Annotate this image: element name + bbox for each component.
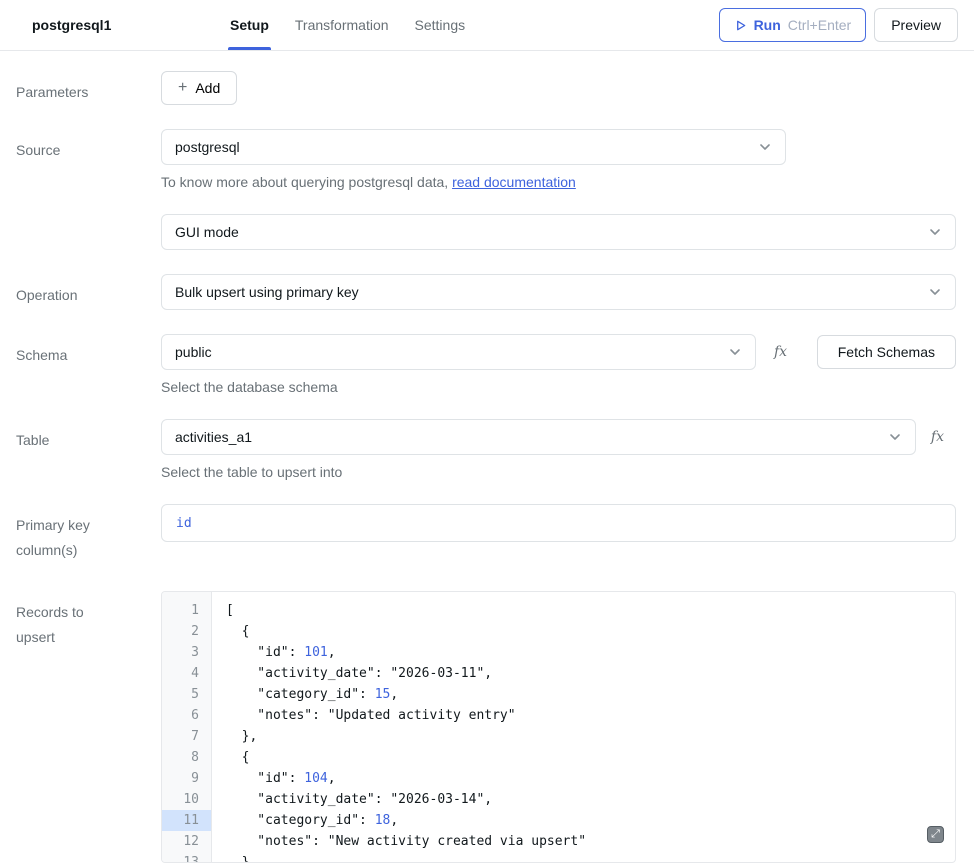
source-label: Source [16,129,161,250]
code-line: "category_id": 15, [226,684,955,705]
chevron-down-icon [888,430,902,444]
records-label: Records to upsert [16,591,161,863]
operation-label: Operation [16,274,161,310]
chevron-down-icon [758,140,772,154]
chevron-down-icon [928,285,942,299]
fx-toggle[interactable]: fx [919,429,956,445]
run-shortcut: Ctrl+Enter [788,17,851,33]
expand-icon: ⤢ [931,828,940,841]
line-number: 4 [162,663,211,684]
chevron-down-icon [728,345,742,359]
setup-panel: Parameters + Add Source postgresql To kn… [0,51,974,863]
table-help: Select the table to upsert into [161,464,956,480]
mode-select-value: GUI mode [175,224,239,240]
header-actions: Run Ctrl+Enter Preview [719,8,958,42]
run-button-label: Run [754,17,781,33]
source-help: To know more about querying postgresql d… [161,174,956,190]
code-line: { [226,747,955,768]
query-title: postgresql1 [16,17,214,33]
code-line: "category_id": 18, [226,810,955,831]
table-row: Table activities_a1 fx Select the table … [16,419,956,480]
plus-icon: + [178,80,187,96]
line-number: 11 [162,810,211,831]
table-select[interactable]: activities_a1 [161,419,916,455]
line-number: 6 [162,705,211,726]
line-number: 1 [162,600,211,621]
table-select-value: activities_a1 [175,429,252,445]
read-documentation-link[interactable]: read documentation [452,174,576,190]
tab-settings[interactable]: Settings [415,0,466,50]
line-number: 12 [162,831,211,852]
preview-button[interactable]: Preview [874,8,958,42]
tab-bar: Setup Transformation Settings [230,0,465,50]
chevron-down-icon [928,225,942,239]
operation-select[interactable]: Bulk upsert using primary key [161,274,956,310]
primary-key-input[interactable]: id [161,504,956,542]
tab-transformation[interactable]: Transformation [295,0,389,50]
schema-select[interactable]: public [161,334,756,370]
parameters-label: Parameters [16,71,161,105]
code-line: "id": 104, [226,768,955,789]
table-label: Table [16,419,161,480]
expand-editor-button[interactable]: ⤢ [927,826,944,843]
line-number: 8 [162,747,211,768]
source-select[interactable]: postgresql [161,129,786,165]
add-parameter-label: Add [195,80,220,96]
code-line: { [226,621,955,642]
schema-select-value: public [175,344,212,360]
line-number: 7 [162,726,211,747]
code-line: } [226,852,955,862]
schema-label: Schema [16,334,161,395]
query-header: postgresql1 SetupTransformationSettings … [0,0,974,51]
operation-row: Operation Bulk upsert using primary key [16,274,956,310]
code-line: "id": 101, [226,642,955,663]
line-number: 5 [162,684,211,705]
source-help-text: To know more about querying postgresql d… [161,174,452,190]
code-line: }, [226,726,955,747]
line-number: 10 [162,789,211,810]
source-select-value: postgresql [175,139,240,155]
primary-key-row: Primary key column(s) id [16,504,956,563]
mode-select[interactable]: GUI mode [161,214,956,250]
play-icon [734,19,747,32]
code-line: "notes": "New activity created via upser… [226,831,955,852]
code-line: "activity_date": "2026-03-11", [226,663,955,684]
line-number: 2 [162,621,211,642]
code-line: "activity_date": "2026-03-14", [226,789,955,810]
records-editor[interactable]: 12345678910111213 [ { "id": 101, "activi… [161,591,956,863]
schema-row: Schema public fx Fetch Schemas Select th… [16,334,956,395]
fx-toggle[interactable]: fx [762,344,799,360]
line-number: 9 [162,768,211,789]
add-parameter-button[interactable]: + Add [161,71,237,105]
fetch-schemas-button[interactable]: Fetch Schemas [817,335,956,369]
tab-setup[interactable]: Setup [230,0,269,50]
code-line: "notes": "Updated activity entry" [226,705,955,726]
run-button[interactable]: Run Ctrl+Enter [719,8,867,42]
primary-key-label: Primary key column(s) [16,504,161,563]
schema-help: Select the database schema [161,379,956,395]
code-line: [ [226,600,955,621]
operation-select-value: Bulk upsert using primary key [175,284,359,300]
parameters-row: Parameters + Add [16,71,956,105]
line-number: 3 [162,642,211,663]
source-row: Source postgresql To know more about que… [16,129,956,250]
editor-gutter: 12345678910111213 [162,592,212,862]
records-row: Records to upsert 12345678910111213 [ { … [16,591,956,863]
editor-code[interactable]: [ { "id": 101, "activity_date": "2026-03… [212,592,955,862]
line-number: 13 [162,852,211,863]
